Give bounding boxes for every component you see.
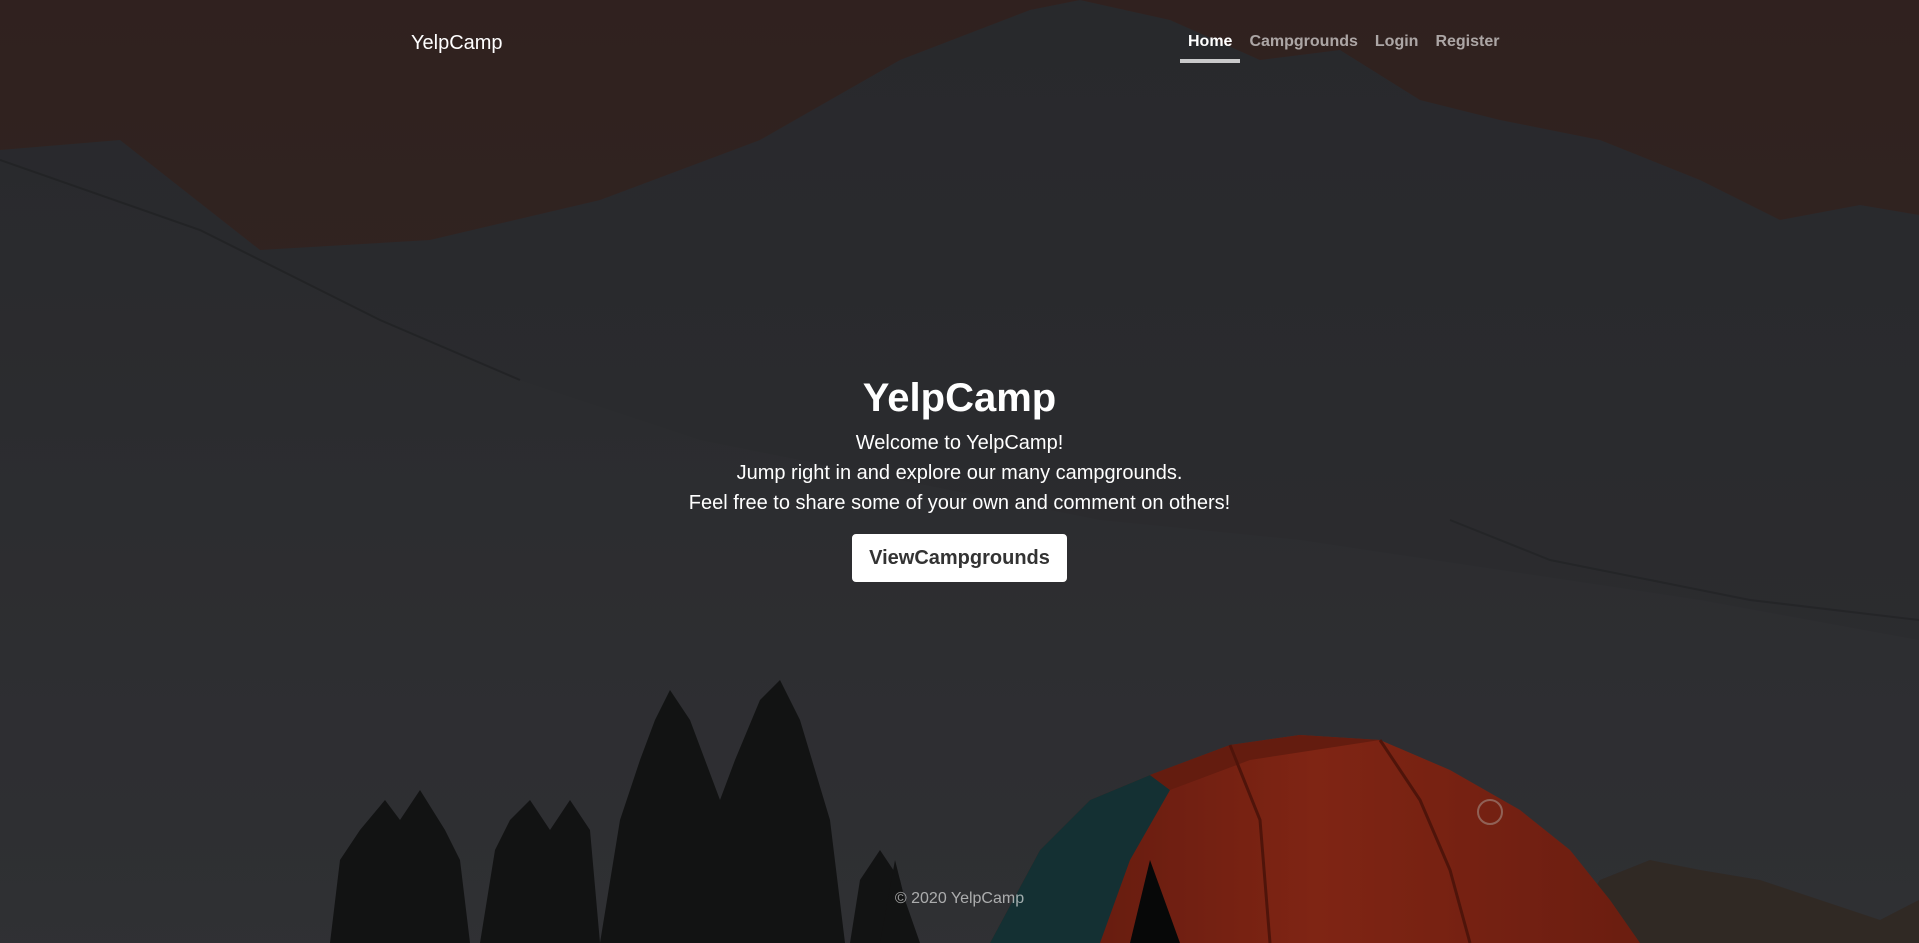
nav-links: Home Campgrounds Login Register [1180,30,1508,63]
hero-section: YelpCamp Welcome to YelpCamp! Jump right… [0,374,1919,582]
nav-link-home[interactable]: Home [1180,30,1241,63]
nav-link-register[interactable]: Register [1427,30,1507,63]
landing-page: YelpCamp Home Campgrounds Login Register… [0,0,1919,943]
nav-link-campgrounds[interactable]: Campgrounds [1241,30,1365,63]
navbar: YelpCamp Home Campgrounds Login Register [0,0,1919,70]
brand-logo[interactable]: YelpCamp [411,31,503,55]
hero-welcome-text: Welcome to YelpCamp! [855,432,1064,454]
nav-link-login[interactable]: Login [1367,30,1427,63]
hero-title: YelpCamp [862,376,1057,420]
hero-share-text: Feel free to share some of your own and … [688,492,1231,514]
footer: © 2020 YelpCamp [0,887,1919,911]
view-campgrounds-button[interactable]: ViewCampgrounds [852,534,1067,582]
footer-copyright: © 2020 YelpCamp [894,890,1025,907]
hero-explore-text: Jump right in and explore our many campg… [736,462,1183,484]
